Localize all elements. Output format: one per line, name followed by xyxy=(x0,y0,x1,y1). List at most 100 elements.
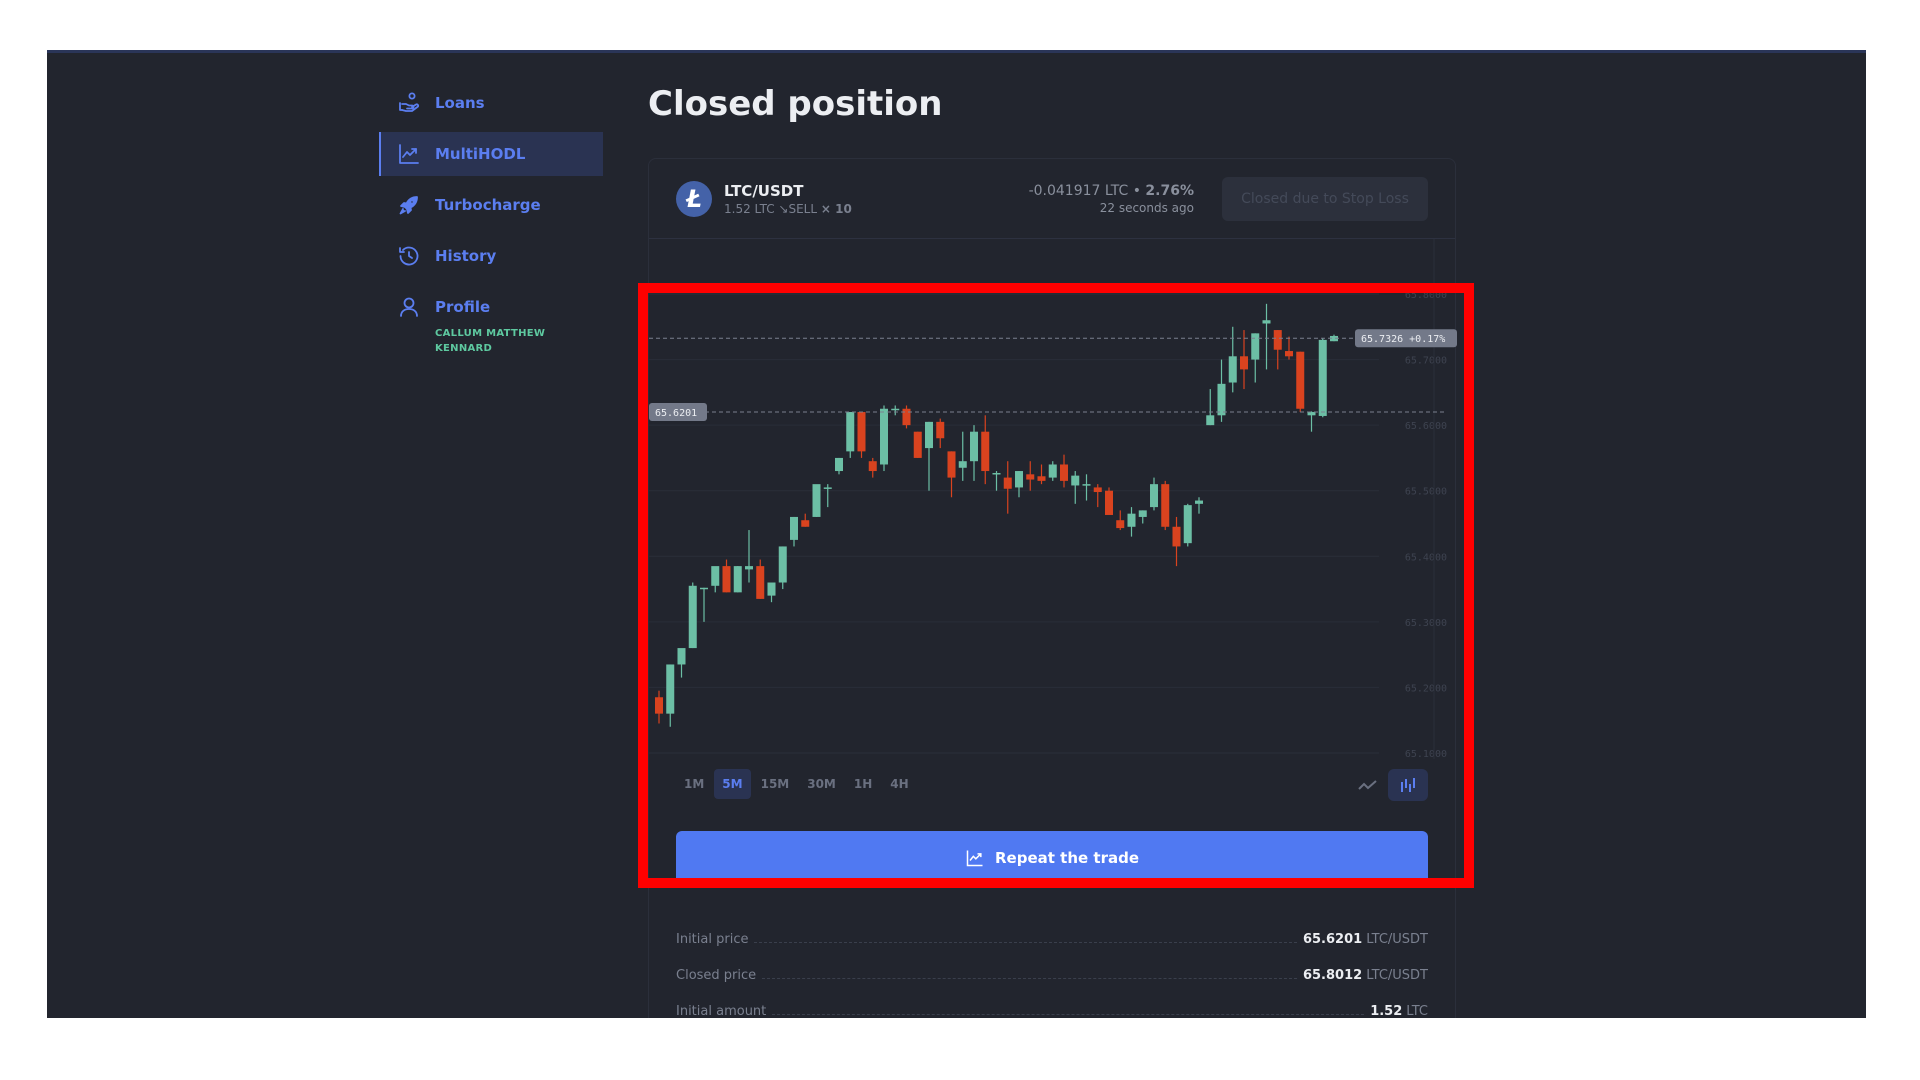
detail-value: 65.8012 xyxy=(1302,968,1363,983)
candle-body xyxy=(1060,464,1068,481)
sidebar-item-profile[interactable]: Profile xyxy=(379,285,603,329)
candle-body xyxy=(767,582,776,596)
timeframe-30m[interactable]: 30M xyxy=(799,769,844,799)
y-tick-label: 65.4000 xyxy=(1405,552,1447,563)
timeframe-15m[interactable]: 15M xyxy=(753,769,798,799)
candle-body xyxy=(1093,487,1102,493)
closed-status-button: Closed due to Stop Loss xyxy=(1222,176,1428,221)
candle-body xyxy=(1195,500,1203,504)
timeframe-1h[interactable]: 1H xyxy=(846,769,880,799)
pnl-info: -0.041917 LTC • 2.76% 22 seconds ago xyxy=(1029,183,1194,215)
candle-body xyxy=(1116,520,1125,529)
hand-coin-icon xyxy=(397,91,421,115)
sidebar-item-label: History xyxy=(435,247,497,265)
detail-label: Closed price xyxy=(676,968,757,983)
position-multiplier: × 10 xyxy=(820,201,852,216)
sidebar-item-multihodl[interactable]: MultiHODL xyxy=(379,132,603,176)
current-price-label: 65.7326 +0.17% xyxy=(1361,334,1445,345)
y-tick-label: 65.5000 xyxy=(1405,487,1447,498)
candle-body xyxy=(823,487,832,489)
detail-unit: LTC/USDT xyxy=(1366,968,1428,983)
candle-body xyxy=(1262,320,1271,324)
candle-body xyxy=(1015,471,1023,488)
detail-row: Initial amount 1.52 LTC xyxy=(676,983,1428,1018)
sidebar: Loans MultiHODL Turbocharge History Prof… xyxy=(379,81,603,356)
detail-leader xyxy=(754,942,1297,943)
chart-trend-icon xyxy=(966,850,983,867)
pair-name: LTC/USDT xyxy=(724,181,804,200)
candle-body xyxy=(846,412,855,452)
candle-body xyxy=(1026,474,1035,480)
candle-body xyxy=(733,566,742,593)
candle-body xyxy=(1003,477,1012,489)
timeframe-1m[interactable]: 1M xyxy=(676,769,712,799)
candle-body xyxy=(913,431,922,458)
sidebar-item-label: Profile xyxy=(435,298,491,316)
sidebar-item-loans[interactable]: Loans xyxy=(379,81,603,125)
y-tick-label: 65.8000 xyxy=(1405,290,1447,301)
app-frame: Loans MultiHODL Turbocharge History Prof… xyxy=(47,50,1866,1018)
chart-type-toggle xyxy=(1348,769,1428,801)
sidebar-item-label: MultiHODL xyxy=(435,145,526,163)
repeat-trade-label: Repeat the trade xyxy=(995,849,1139,867)
line-chart-icon xyxy=(1358,780,1377,790)
candle-body xyxy=(1082,484,1091,486)
candle-body xyxy=(1172,526,1181,547)
candle-body xyxy=(1138,510,1147,517)
detail-label: Initial amount xyxy=(676,1004,767,1018)
candlestick-chart[interactable]: 65.8000 65.7000 65.6000 65.5000 65.4000 65.30… xyxy=(649,239,1457,759)
candle-body xyxy=(801,520,810,527)
sidebar-item-turbocharge[interactable]: Turbocharge xyxy=(379,183,603,227)
candle-body xyxy=(745,566,753,570)
position-header: Ł LTC/USDT 1.52 LTC ↘SELL × 10 -0.041917… xyxy=(649,159,1455,239)
candle-body xyxy=(1105,490,1113,515)
detail-row: Closed price 65.8012 LTC/USDT xyxy=(676,947,1428,983)
timeframe-5m[interactable]: 5M xyxy=(714,769,751,799)
candle-body xyxy=(677,648,686,665)
candle-body xyxy=(1240,356,1248,370)
candle-body xyxy=(981,431,990,472)
entry-price-label: 65.6201 xyxy=(655,408,697,419)
detail-row: Initial price 65.6201 LTC/USDT xyxy=(676,911,1428,947)
pnl-percent: 2.76% xyxy=(1145,182,1194,199)
candle-body xyxy=(1217,383,1226,416)
candle-body xyxy=(1273,330,1282,350)
candle-body xyxy=(790,516,798,540)
y-tick-label: 65.6000 xyxy=(1405,421,1447,432)
sidebar-item-history[interactable]: History xyxy=(379,234,603,278)
repeat-trade-button[interactable]: Repeat the trade xyxy=(676,831,1428,885)
detail-value: 65.6201 xyxy=(1302,932,1363,947)
sidebar-item-label: Loans xyxy=(435,94,485,112)
timeframe-4h[interactable]: 4H xyxy=(882,769,916,799)
line-chart-button[interactable] xyxy=(1348,769,1388,801)
y-tick-label: 65.2000 xyxy=(1405,683,1447,694)
detail-unit: LTC/USDT xyxy=(1366,932,1428,947)
candle-body xyxy=(1161,484,1170,527)
chart-trend-icon xyxy=(397,142,421,166)
candle-body xyxy=(936,421,945,439)
candle-body xyxy=(722,566,731,593)
y-tick-label: 65.7000 xyxy=(1405,356,1447,367)
candle-body xyxy=(925,421,933,449)
candle-body xyxy=(970,431,978,462)
main-content: Closed position Ł LTC/USDT 1.52 LTC ↘SEL… xyxy=(648,78,1457,1018)
candle-body xyxy=(711,566,720,586)
candle-body xyxy=(868,461,877,472)
position-direction: SELL xyxy=(788,201,818,216)
candle-body xyxy=(756,566,765,599)
candlestick-chart-icon xyxy=(1401,778,1415,792)
candlestick-chart-button[interactable] xyxy=(1388,769,1428,801)
candle-body xyxy=(992,473,1001,475)
history-icon xyxy=(397,244,421,268)
timeframe-selector: 1M 5M 15M 30M 1H 4H xyxy=(649,759,1455,809)
pnl-amount: -0.041917 LTC xyxy=(1028,182,1129,199)
sidebar-item-label: Turbocharge xyxy=(435,196,541,214)
candle-body xyxy=(688,585,697,649)
candle-body xyxy=(1127,513,1136,527)
candle-body xyxy=(1206,415,1215,426)
candle-body xyxy=(1228,356,1237,383)
candle-body xyxy=(902,408,911,426)
price-chart[interactable]: 65.8000 65.7000 65.6000 65.5000 65.4000 65.30… xyxy=(649,239,1457,759)
user-icon xyxy=(397,295,421,319)
detail-label: Initial price xyxy=(676,932,749,947)
